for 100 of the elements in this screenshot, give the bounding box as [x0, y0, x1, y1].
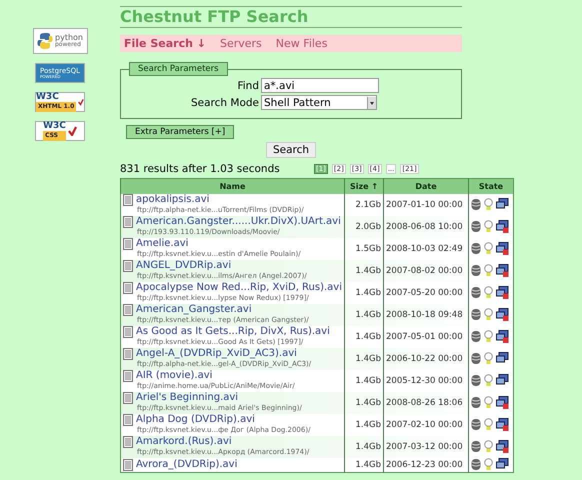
file-size: 1.4Gb: [356, 376, 381, 386]
check-mark-icon: [78, 97, 84, 107]
file-icon: [123, 304, 133, 316]
file-date: 2007-03-12 00:00: [386, 442, 463, 452]
file-icon: [123, 238, 133, 250]
file-size: 1.4Gb: [356, 420, 381, 430]
file-date: 2007-02-10 00:00: [386, 420, 463, 430]
column-header[interactable]: Name: [120, 178, 344, 194]
file-date: 2008-10-18 09:48: [386, 310, 463, 320]
file-name-link[interactable]: Ariel's Beginning.avi: [136, 392, 238, 404]
lightbulb-icon: [484, 308, 493, 321]
file-icon: [123, 348, 133, 360]
database-icon: [471, 330, 481, 343]
file-name-link[interactable]: Apocalypse Now Red...Rip, XviD, Rus).avi: [136, 282, 342, 294]
file-size: 1.5Gb: [356, 244, 381, 254]
file-size: 1.4Gb: [356, 332, 381, 342]
lightbulb-icon: [484, 198, 493, 211]
caret-icon[interactable]: [367, 96, 376, 108]
lightbulb-icon: [484, 374, 493, 387]
file-date: 2005-12-30 00:00: [386, 376, 463, 386]
file-name-link[interactable]: Avrora_(DVDRip).avi: [136, 458, 238, 470]
badge-text: python: [55, 34, 83, 42]
database-icon: [471, 308, 481, 321]
lightbulb-icon: [484, 418, 493, 431]
database-icon: [471, 220, 481, 233]
file-name-link[interactable]: Amelie.avi: [136, 238, 188, 250]
file-size: 2.1Gb: [356, 200, 381, 210]
badge-text: W3C: [36, 92, 60, 102]
file-size: 1.4Gb: [356, 354, 381, 364]
file-icon: [123, 414, 133, 426]
file-size: 1.4Gb: [356, 310, 381, 320]
file-date: 2007-05-20 00:00: [386, 288, 463, 298]
file-icon: [123, 436, 133, 448]
file-name-link[interactable]: AIR (movie).avi: [136, 370, 212, 382]
page-title: Chestnut FTP Search: [120, 7, 310, 26]
search-button[interactable]: Search: [266, 142, 316, 158]
file-size: 1.4Gb: [356, 288, 381, 298]
database-icon: [471, 440, 481, 453]
lightbulb-icon: [484, 264, 493, 277]
lightbulb-icon: [484, 352, 493, 365]
file-name-link[interactable]: ANGEL_DVDRip.avi: [136, 260, 232, 272]
database-icon: [471, 418, 481, 431]
database-icon: [471, 396, 481, 409]
extra-parameters-button[interactable]: Extra Parameters [+]: [126, 125, 234, 139]
file-icon: [123, 194, 133, 206]
database-icon: [471, 458, 481, 471]
file-name-link[interactable]: Angel-A_(DVDRip_XviD_AC3).avi: [136, 348, 297, 360]
file-icon: [123, 458, 133, 470]
find-field[interactable]: a*.avi: [261, 78, 379, 93]
file-date: 2006-12-23 00:00: [386, 460, 463, 470]
file-name-link[interactable]: As Good as It Gets...Rip, DivX, Rus).avi: [136, 326, 330, 338]
column-header[interactable]: State: [468, 178, 514, 194]
menu-item[interactable]: File Search ↓: [124, 37, 206, 50]
field-label: Find: [236, 80, 259, 92]
file-date: 2008-08-26 18:06: [386, 398, 463, 408]
badge-text: W3C: [43, 122, 66, 130]
lightbulb-icon: [484, 220, 493, 233]
file-name-link[interactable]: apokalipsis.avi: [136, 194, 210, 206]
lightbulb-icon: [484, 242, 493, 255]
search-mode-dropdown[interactable]: Shell Pattern: [261, 95, 377, 110]
check-mark-icon: [68, 126, 77, 136]
file-name-link[interactable]: American.Gangster......Ukr.DivX).UArt.avi: [136, 216, 341, 228]
file-size: 1.4Gb: [356, 460, 381, 470]
file-date: 2006-10-22 00:00: [386, 354, 463, 364]
file-date: 2008-06-08 10:00: [386, 222, 463, 232]
file-date: 2007-01-10 00:00: [386, 200, 463, 210]
database-icon: [471, 374, 481, 387]
computer-icon: [496, 352, 509, 365]
file-size: 1.4Gb: [356, 398, 381, 408]
file-date: 2007-05-01 00:00: [386, 332, 463, 342]
database-icon: [471, 264, 481, 277]
panel-legend: Search Parameters: [129, 62, 228, 76]
file-size: 2.0Gb: [356, 222, 381, 232]
file-icon: [123, 392, 133, 404]
lightbulb-icon: [484, 440, 493, 453]
lightbulb-icon: [484, 286, 493, 299]
file-date: 2008-10-03 02:49: [386, 244, 463, 254]
file-name-link[interactable]: Amarkord.(Rus).avi: [136, 436, 232, 448]
file-icon: [123, 260, 133, 272]
file-icon: [123, 326, 133, 338]
database-icon: [471, 286, 481, 299]
file-icon: [123, 370, 133, 382]
lightbulb-icon: [484, 396, 493, 409]
file-size: 1.4Gb: [356, 266, 381, 276]
file-name-link[interactable]: American_Gangster.avi: [136, 304, 252, 316]
python-logo-icon: [37, 32, 53, 50]
database-icon: [471, 242, 481, 255]
field-label: Search Mode: [190, 96, 259, 108]
column-header[interactable]: Date: [384, 178, 468, 194]
file-icon: [123, 216, 133, 228]
file-icon: [123, 282, 133, 294]
database-icon: [471, 352, 481, 365]
computer-icon: [496, 198, 509, 211]
file-size: 1.4Gb: [356, 442, 381, 452]
file-date: 2007-08-02 00:00: [386, 266, 463, 276]
file-name-link[interactable]: Alpha Dog (DVDRip).avi: [136, 414, 255, 426]
column-header[interactable]: Size ↑: [344, 178, 384, 194]
database-icon: [471, 198, 481, 211]
lightbulb-icon: [484, 330, 493, 343]
computer-icon: [496, 458, 509, 471]
